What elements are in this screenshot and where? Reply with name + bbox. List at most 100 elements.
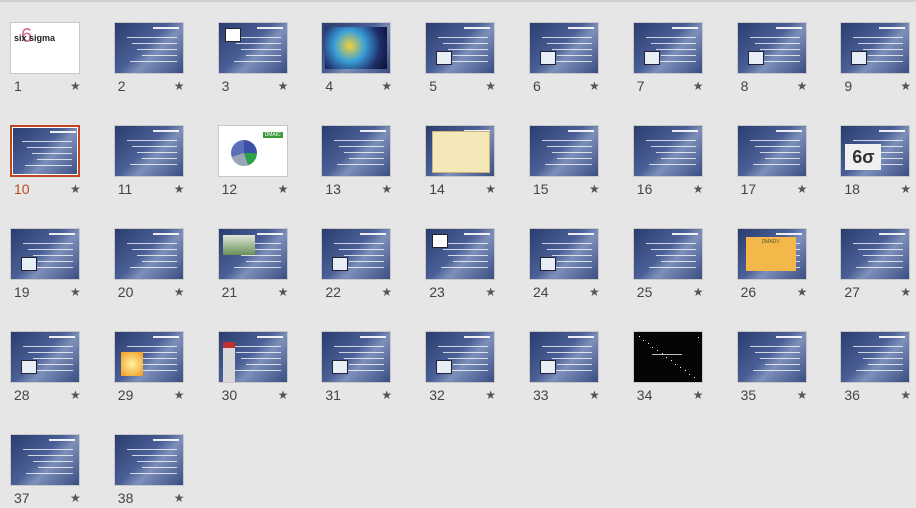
slide-preview[interactable] (840, 22, 911, 74)
slide-preview[interactable] (529, 331, 599, 383)
slide-preview[interactable] (321, 228, 392, 280)
slide-preview[interactable] (113, 434, 184, 486)
slide-thumbnail-30[interactable]: 30 ★ (212, 331, 316, 405)
slide-thumbnail-21[interactable]: 21 ★ (212, 228, 316, 302)
slide-thumbnail-35[interactable]: 35 ★ (731, 331, 835, 405)
slide-thumbnail-8[interactable]: 8 ★ (731, 22, 835, 96)
slide-thumbnail-16[interactable]: 16 ★ (627, 125, 731, 199)
slide-thumbnail-2[interactable]: 2 ★ (108, 22, 212, 96)
star-icon[interactable]: ★ (174, 388, 185, 402)
star-icon[interactable]: ★ (174, 79, 185, 93)
star-icon[interactable]: ★ (900, 79, 911, 93)
slide-thumbnail-9[interactable]: 9 ★ (834, 22, 916, 96)
slide-thumbnail-24[interactable]: 24 ★ (523, 228, 627, 302)
slide-thumbnail-23[interactable]: 23 ★ (419, 228, 523, 302)
slide-preview[interactable] (10, 125, 80, 177)
slide-thumbnail-32[interactable]: 32 ★ (419, 331, 523, 405)
slide-preview[interactable] (425, 228, 496, 280)
slide-thumbnail-38[interactable]: 38 ★ (108, 434, 212, 508)
slide-preview[interactable] (736, 125, 807, 177)
star-icon[interactable]: ★ (693, 388, 704, 402)
star-icon[interactable]: ★ (797, 285, 808, 299)
star-icon[interactable]: ★ (278, 79, 289, 93)
slide-thumbnail-1[interactable]: 6 six sigma 1 ★ (4, 22, 108, 96)
star-icon[interactable]: ★ (174, 491, 185, 505)
star-icon[interactable]: ★ (381, 388, 392, 402)
slide-thumbnail-7[interactable]: 7 ★ (627, 22, 731, 96)
slide-thumbnail-4[interactable]: 4 ★ (315, 22, 419, 96)
star-icon[interactable]: ★ (174, 182, 185, 196)
slide-thumbnail-14[interactable]: 14 ★ (419, 125, 523, 199)
slide-thumbnail-31[interactable]: 31 ★ (315, 331, 419, 405)
slide-preview[interactable] (113, 22, 184, 74)
slide-thumbnail-10[interactable]: 10 ★ (4, 125, 108, 199)
slide-preview[interactable]: 6σ (840, 125, 911, 177)
slide-preview[interactable] (321, 125, 392, 177)
star-icon[interactable]: ★ (278, 285, 289, 299)
slide-thumbnail-12[interactable]: DMAIC 12 ★ (212, 125, 316, 199)
slide-preview[interactable]: DMADV (736, 228, 807, 280)
star-icon[interactable]: ★ (693, 285, 704, 299)
slide-thumbnail-27[interactable]: 27 ★ (834, 228, 916, 302)
slide-preview[interactable] (736, 331, 807, 383)
slide-preview[interactable] (10, 331, 80, 383)
slide-thumbnail-17[interactable]: 17 ★ (731, 125, 835, 199)
star-icon[interactable]: ★ (70, 79, 81, 93)
slide-thumbnail-22[interactable]: 22 ★ (315, 228, 419, 302)
star-icon[interactable]: ★ (900, 388, 911, 402)
slide-preview[interactable] (529, 228, 599, 280)
star-icon[interactable]: ★ (589, 182, 600, 196)
slide-preview[interactable] (425, 125, 496, 177)
slide-preview[interactable] (632, 125, 703, 177)
star-icon[interactable]: ★ (589, 285, 600, 299)
star-icon[interactable]: ★ (797, 182, 808, 196)
star-icon[interactable]: ★ (485, 79, 496, 93)
slide-thumbnail-18[interactable]: 6σ 18 ★ (834, 125, 916, 199)
slide-preview[interactable] (632, 331, 703, 383)
star-icon[interactable]: ★ (485, 285, 496, 299)
slide-preview[interactable] (425, 22, 496, 74)
star-icon[interactable]: ★ (70, 491, 81, 505)
star-icon[interactable]: ★ (70, 388, 81, 402)
slide-preview[interactable] (10, 434, 80, 486)
star-icon[interactable]: ★ (900, 285, 911, 299)
slide-preview[interactable] (113, 228, 184, 280)
star-icon[interactable]: ★ (693, 79, 704, 93)
slide-thumbnail-5[interactable]: 5 ★ (419, 22, 523, 96)
star-icon[interactable]: ★ (589, 79, 600, 93)
slide-preview[interactable] (632, 22, 703, 74)
slide-thumbnail-20[interactable]: 20 ★ (108, 228, 212, 302)
slide-preview[interactable] (632, 228, 703, 280)
star-icon[interactable]: ★ (278, 388, 289, 402)
star-icon[interactable]: ★ (589, 388, 600, 402)
slide-thumbnail-29[interactable]: 29 ★ (108, 331, 212, 405)
slide-thumbnail-37[interactable]: 37 ★ (4, 434, 108, 508)
star-icon[interactable]: ★ (693, 182, 704, 196)
star-icon[interactable]: ★ (278, 182, 289, 196)
slide-preview[interactable] (425, 331, 496, 383)
slide-thumbnail-11[interactable]: 11 ★ (108, 125, 212, 199)
slide-preview[interactable] (321, 331, 392, 383)
slide-preview[interactable] (217, 331, 288, 383)
star-icon[interactable]: ★ (174, 285, 185, 299)
slide-preview[interactable] (10, 228, 80, 280)
slide-thumbnail-36[interactable]: 36 ★ (834, 331, 916, 405)
slide-thumbnail-34[interactable]: 34 ★ (627, 331, 731, 405)
slide-thumbnail-25[interactable]: 25 ★ (627, 228, 731, 302)
slide-preview[interactable] (736, 22, 807, 74)
slide-preview[interactable] (113, 125, 184, 177)
star-icon[interactable]: ★ (485, 182, 496, 196)
slide-preview[interactable] (217, 22, 288, 74)
slide-thumbnail-26[interactable]: DMADV 26 ★ (731, 228, 835, 302)
slide-thumbnail-3[interactable]: 3 ★ (212, 22, 316, 96)
star-icon[interactable]: ★ (70, 285, 81, 299)
slide-preview[interactable] (529, 125, 599, 177)
star-icon[interactable]: ★ (485, 388, 496, 402)
slide-thumbnail-33[interactable]: 33 ★ (523, 331, 627, 405)
star-icon[interactable]: ★ (381, 182, 392, 196)
slide-preview[interactable] (529, 22, 599, 74)
slide-thumbnail-13[interactable]: 13 ★ (315, 125, 419, 199)
star-icon[interactable]: ★ (900, 182, 911, 196)
star-icon[interactable]: ★ (381, 285, 392, 299)
slide-preview[interactable] (840, 228, 911, 280)
